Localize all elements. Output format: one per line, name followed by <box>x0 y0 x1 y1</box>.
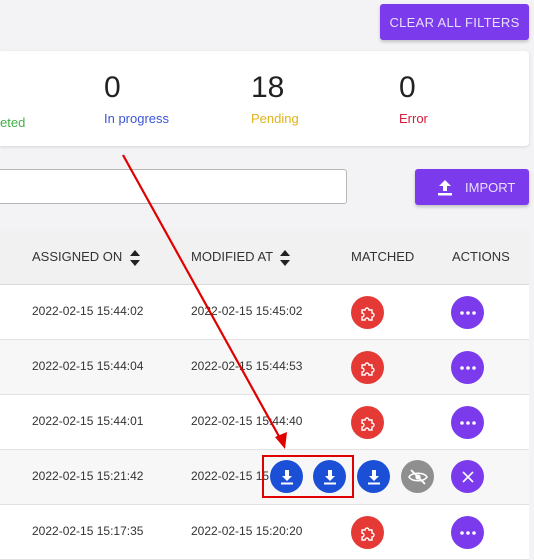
import-label: IMPORT <box>465 180 516 195</box>
column-matched: MATCHED <box>351 249 415 264</box>
puzzle-icon[interactable] <box>351 516 384 549</box>
stat-pending: 18 Pending <box>251 71 299 126</box>
search-input[interactable] <box>0 169 347 204</box>
modified-at-cell: 2022-02-15 15:44:40 <box>191 414 303 428</box>
table-row: 2022-02-15 15:44:02 2022-02-15 15:45:02 <box>0 285 529 340</box>
table-row: 2022-02-15 15:44:04 2022-02-15 15:44:53 <box>0 340 529 395</box>
modified-at-cell: 2022-02-15 15:45:02 <box>191 304 303 318</box>
stat-in-progress-value: 0 <box>104 71 121 104</box>
download-button[interactable] <box>270 460 303 493</box>
clear-all-filters-button[interactable]: CLEAR ALL FILTERS <box>380 4 529 40</box>
modified-at-cell: 2022-02-15 15 <box>191 469 270 483</box>
assigned-on-cell: 2022-02-15 15:17:35 <box>32 524 144 538</box>
stat-completed-label: eted <box>0 115 26 130</box>
column-modified-at[interactable]: MODIFIED AT <box>191 249 291 266</box>
table-header: ASSIGNED ON MODIFIED AT MATCHED ACTIONS <box>0 229 529 285</box>
assigned-on-cell: 2022-02-15 15:44:01 <box>32 414 144 428</box>
close-icon <box>461 470 474 483</box>
more-horizontal-icon <box>459 420 476 425</box>
stat-error-label: Error <box>399 111 428 126</box>
table-row: 2022-02-15 15:44:01 2022-02-15 15:44:40 <box>0 395 529 450</box>
download-icon <box>367 469 380 484</box>
puzzle-icon[interactable] <box>351 296 384 329</box>
import-button[interactable]: IMPORT <box>415 169 529 205</box>
stat-error-value: 0 <box>399 71 416 104</box>
close-actions-button[interactable] <box>451 460 484 493</box>
download-icon <box>323 469 336 484</box>
files-table: ASSIGNED ON MODIFIED AT MATCHED ACTIONS … <box>0 229 529 560</box>
column-modified-at-label: MODIFIED AT <box>191 249 273 264</box>
more-actions-button[interactable] <box>451 516 484 549</box>
more-horizontal-icon <box>459 310 476 315</box>
modified-at-cell: 2022-02-15 15:20:20 <box>191 524 303 538</box>
assigned-on-cell: 2022-02-15 15:21:42 <box>32 469 144 483</box>
puzzle-icon[interactable] <box>351 351 384 384</box>
download-icon <box>280 469 293 484</box>
more-horizontal-icon <box>459 365 476 370</box>
puzzle-icon[interactable] <box>351 406 384 439</box>
sort-icon <box>280 249 291 266</box>
upload-icon <box>438 180 452 196</box>
eye-off-icon <box>407 468 428 485</box>
table-row: 2022-02-15 15:17:35 2022-02-15 15:20:20 <box>0 505 529 560</box>
download-button[interactable] <box>313 460 346 493</box>
stat-in-progress: 0 In progress <box>104 71 169 126</box>
status-summary-card: eted 0 In progress 18 Pending 0 Error <box>0 51 529 146</box>
assigned-on-cell: 2022-02-15 15:44:02 <box>32 304 144 318</box>
more-actions-button[interactable] <box>451 296 484 329</box>
more-horizontal-icon <box>459 530 476 535</box>
column-assigned-on[interactable]: ASSIGNED ON <box>32 249 140 266</box>
assigned-on-cell: 2022-02-15 15:44:04 <box>32 359 144 373</box>
stat-pending-value: 18 <box>251 71 285 104</box>
download-button[interactable] <box>357 460 390 493</box>
sort-icon <box>129 249 140 266</box>
column-assigned-on-label: ASSIGNED ON <box>32 249 123 264</box>
stat-in-progress-label: In progress <box>104 111 170 126</box>
column-actions: ACTIONS <box>452 249 510 264</box>
more-actions-button[interactable] <box>451 351 484 384</box>
more-actions-button[interactable] <box>451 406 484 439</box>
stat-error: 0 Error <box>399 71 428 126</box>
table-row: 2022-02-15 15:21:42 2022-02-15 15 <box>0 450 529 505</box>
stat-pending-label: Pending <box>251 111 299 126</box>
modified-at-cell: 2022-02-15 15:44:53 <box>191 359 303 373</box>
hide-button[interactable] <box>401 460 434 493</box>
